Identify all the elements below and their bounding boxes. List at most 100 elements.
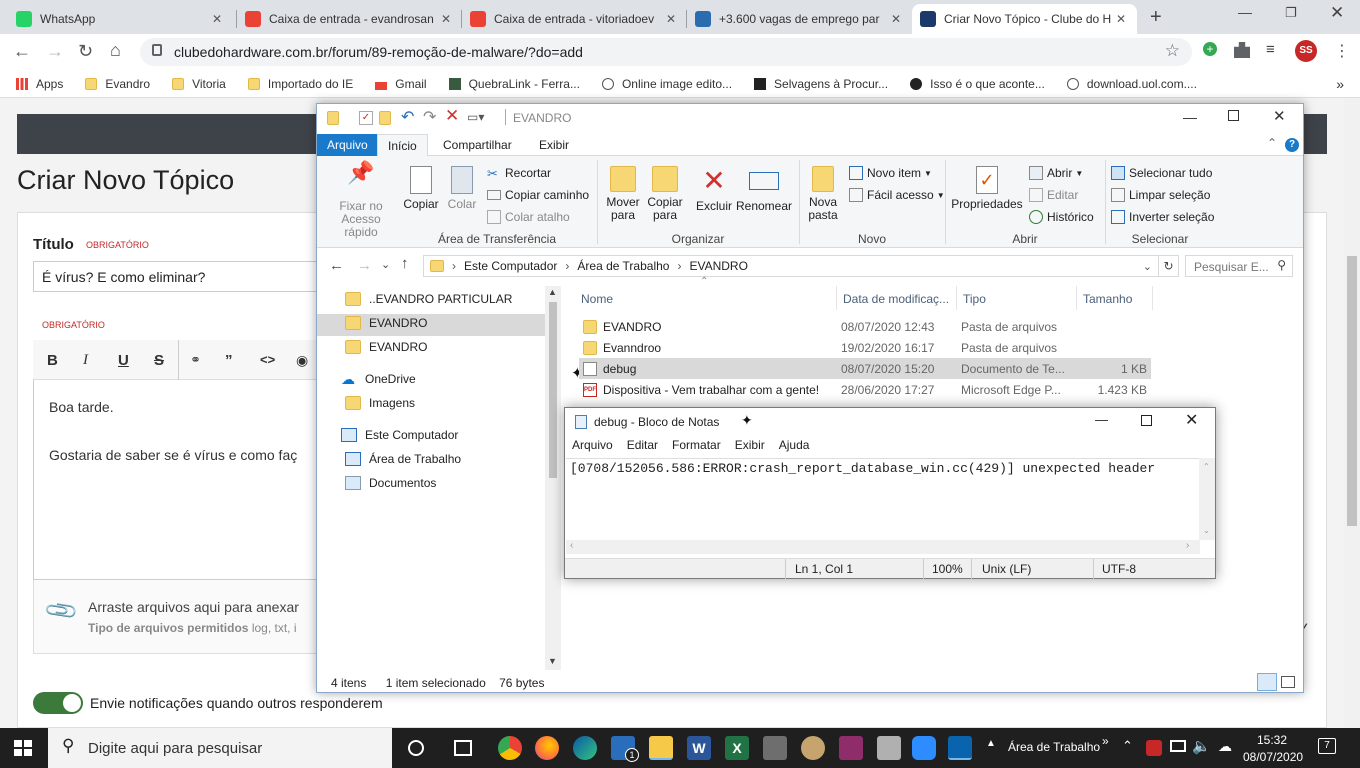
bookmark-item[interactable]: Selvagens à Procur... xyxy=(754,77,888,91)
winrar-taskbar-icon[interactable] xyxy=(839,736,863,760)
refresh-icon[interactable]: ↻ xyxy=(1158,256,1178,276)
menu-exibir[interactable]: Exibir xyxy=(735,438,765,458)
rename-quick-icon[interactable]: ▭▾ xyxy=(467,110,484,124)
notepad-vscrollbar[interactable]: ⌃ ⌄ xyxy=(1199,458,1215,540)
help-icon[interactable]: ? xyxy=(1285,138,1299,152)
explorer-address-bar[interactable]: › Este Computador › Área de Trabalho › E… xyxy=(423,255,1179,277)
title-input[interactable]: É vírus? E como eliminar? xyxy=(33,261,323,292)
tray-expand-icon[interactable]: ⌃ xyxy=(1122,738,1133,754)
menu-formatar[interactable]: Formatar xyxy=(672,438,721,458)
bookmark-star-icon[interactable]: ☆ xyxy=(1165,41,1180,61)
browser-tab[interactable]: Criar Novo Tópico - Clube do H ✕ xyxy=(912,4,1137,34)
breadcrumb-evandro[interactable]: EVANDRO xyxy=(689,259,747,273)
col-size[interactable]: Tamanho xyxy=(1077,286,1153,310)
editor-line-2[interactable]: Gostaria de saber se é vírus e como faç xyxy=(49,447,297,463)
antivirus-tray-icon[interactable] xyxy=(1146,740,1162,756)
bookmark-item[interactable]: Vitoria xyxy=(172,77,226,91)
extension-plus-icon[interactable]: + xyxy=(1203,42,1217,56)
invert-selection-button[interactable]: Inverter seleção xyxy=(1111,210,1214,224)
nav-item[interactable]: ☁ OneDrive xyxy=(341,372,416,386)
notepad-close-button[interactable]: ✕ xyxy=(1185,410,1198,430)
copy-button[interactable]: Copiar xyxy=(401,166,441,211)
chrome-taskbar-icon[interactable] xyxy=(498,736,522,760)
breadcrumb-desktop[interactable]: Área de Trabalho xyxy=(577,259,669,273)
browser-tab[interactable]: +3.600 vagas de emprego par ✕ xyxy=(687,4,912,34)
bookmark-item[interactable]: Evandro xyxy=(85,77,150,91)
italic-button[interactable]: I xyxy=(83,352,88,369)
scroll-up-icon[interactable]: ⌃ xyxy=(1203,462,1210,471)
ribbon-collapse-icon[interactable]: ⌃ xyxy=(1267,136,1277,150)
eye-icon[interactable]: ◉ xyxy=(296,352,308,369)
close-tab-icon[interactable]: ✕ xyxy=(1113,12,1129,26)
start-button[interactable] xyxy=(14,740,32,756)
select-none-button[interactable]: Limpar seleção xyxy=(1111,188,1210,202)
nav-item[interactable]: Área de Trabalho xyxy=(345,452,461,466)
explorer-forward-icon[interactable]: → xyxy=(357,257,372,274)
close-tab-icon[interactable]: ✕ xyxy=(663,12,679,26)
firefox-taskbar-icon[interactable] xyxy=(535,736,559,760)
page-scrollbar[interactable] xyxy=(1344,98,1360,728)
notepad-text-area[interactable]: [0708/152056.586:ERROR:crash_report_data… xyxy=(566,458,1200,540)
nav-scroll-down-icon[interactable]: ▼ xyxy=(548,656,557,666)
bookmark-item[interactable]: Importado do IE xyxy=(247,77,353,91)
file-row[interactable]: debug 08/07/2020 15:20 Documento de Te... 1… xyxy=(579,358,1151,379)
nav-scrollbar-thumb[interactable] xyxy=(549,302,557,478)
code-icon[interactable]: <> xyxy=(260,352,275,367)
photos-taskbar-icon[interactable] xyxy=(948,736,972,760)
explorer-search-input[interactable]: Pesquisar E... ⚲ xyxy=(1185,255,1293,277)
browser-tab[interactable]: Caixa de entrada - evandrosan ✕ xyxy=(237,4,462,34)
bookmark-item[interactable]: Gmail xyxy=(375,77,427,91)
redo-icon[interactable]: ↷ xyxy=(423,107,436,127)
large-icons-view-button[interactable] xyxy=(1281,676,1295,688)
minimize-browser-button[interactable]: — xyxy=(1238,4,1252,20)
network-icon[interactable] xyxy=(1170,740,1186,752)
scroll-down-icon[interactable]: ⌄ xyxy=(1203,526,1210,535)
back-icon[interactable]: ← xyxy=(13,41,31,62)
move-to-button[interactable]: Mover para xyxy=(603,166,643,222)
editor-line-1[interactable]: Boa tarde. xyxy=(49,399,114,415)
notify-toggle[interactable] xyxy=(33,692,83,714)
tab-compartilhar[interactable]: Compartilhar xyxy=(433,134,522,156)
nav-scrollbar[interactable]: ▲ ▼ xyxy=(545,286,561,670)
page-scrollbar-thumb[interactable] xyxy=(1347,256,1357,526)
toolbar-more-icon[interactable]: » xyxy=(1102,734,1109,748)
edge-taskbar-icon[interactable] xyxy=(573,736,597,760)
undo-icon[interactable]: ↶ xyxy=(401,107,414,127)
nav-item[interactable]: EVANDRO xyxy=(345,316,427,330)
explorer-maximize-button[interactable] xyxy=(1228,110,1239,121)
cloud-upload-icon[interactable]: ☁ xyxy=(1218,738,1232,755)
up-folder-icon[interactable]: ↑ xyxy=(401,255,409,272)
notepad-maximize-button[interactable] xyxy=(1141,415,1152,426)
menu-ajuda[interactable]: Ajuda xyxy=(779,438,810,458)
easy-access-button[interactable]: Fácil acesso ▼ xyxy=(849,188,945,202)
attach-zone[interactable] xyxy=(33,580,323,654)
desktop-toolbar[interactable]: Área de Trabalho xyxy=(1008,740,1100,754)
paste-shortcut-button[interactable]: Colar atalho xyxy=(487,210,570,224)
select-all-button[interactable]: Selecionar tudo xyxy=(1111,166,1212,180)
excel-taskbar-icon[interactable]: X xyxy=(725,736,749,760)
paint-taskbar-icon[interactable] xyxy=(801,736,825,760)
notepad-hscrollbar[interactable]: ‹ › xyxy=(566,540,1200,554)
notepad-minimize-button[interactable]: — xyxy=(1095,412,1108,427)
link-icon[interactable]: ⚭ xyxy=(190,352,201,368)
word-taskbar-icon[interactable]: W xyxy=(687,736,711,760)
reload-icon[interactable]: ↻ xyxy=(78,41,93,62)
paste-button[interactable]: Colar xyxy=(445,166,479,211)
profile-avatar[interactable]: SS xyxy=(1295,40,1317,62)
nav-item[interactable]: Documentos xyxy=(345,476,436,490)
new-folder-button[interactable]: Nova pasta xyxy=(805,166,841,222)
cut-button[interactable]: ✂ Recortar xyxy=(487,166,551,181)
new-folder-quick-icon[interactable] xyxy=(379,111,391,125)
browser-tab[interactable]: Caixa de entrada - vitoriadoev ✕ xyxy=(462,4,687,34)
bookmark-item[interactable]: Apps xyxy=(16,77,63,91)
explorer-minimize-button[interactable]: — xyxy=(1183,109,1197,125)
tab-inicio[interactable]: Início xyxy=(377,134,428,156)
mail-taskbar-icon[interactable]: 1 xyxy=(611,736,639,762)
explorer-back-icon[interactable]: ← xyxy=(329,257,344,274)
bookmark-item[interactable]: Online image edito... xyxy=(601,77,732,91)
nav-item[interactable]: Este Computador xyxy=(341,428,458,442)
new-item-button[interactable]: Novo item ▼ xyxy=(849,166,932,180)
explorer-close-button[interactable]: ✕ xyxy=(1273,107,1286,125)
close-browser-button[interactable]: ✕ xyxy=(1330,3,1344,23)
col-name[interactable]: Nome xyxy=(575,286,837,310)
